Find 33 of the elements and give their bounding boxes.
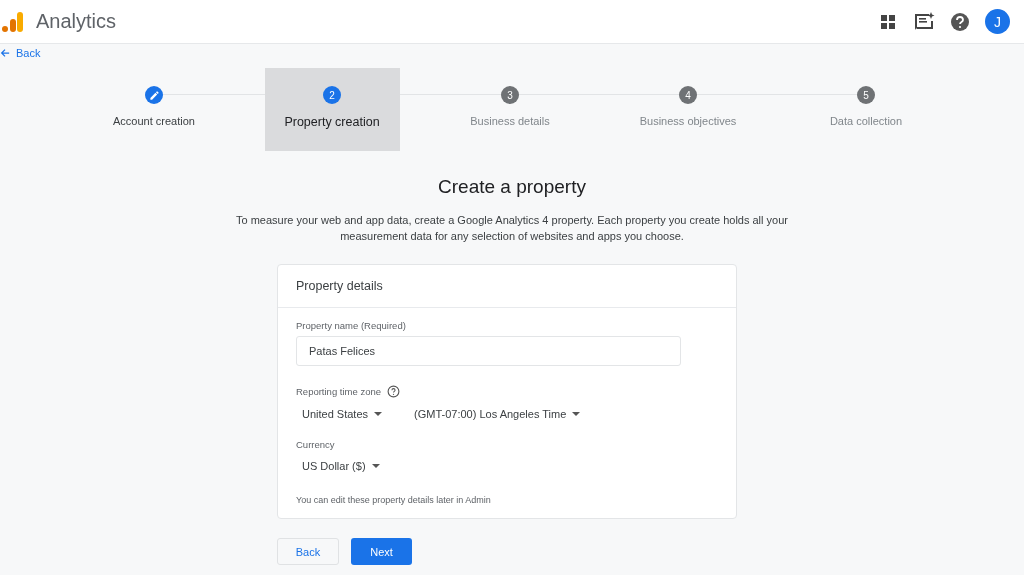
logo-icon	[2, 9, 24, 34]
card-title: Property details	[278, 265, 736, 308]
app-title: Analytics	[36, 10, 117, 33]
input-field[interactable]: Patas Felices	[296, 336, 681, 366]
user-avatar[interactable]: J	[985, 9, 1010, 34]
page-heading: Create a property	[437, 176, 587, 198]
step-number: 3	[501, 86, 519, 104]
next-button[interactable]: Next	[351, 538, 412, 565]
help-icon[interactable]	[949, 10, 971, 33]
field-label: Currency	[296, 439, 335, 450]
currency-dropdown[interactable]: US Dollar ($)	[296, 457, 386, 475]
step-number: 5	[857, 86, 875, 104]
step-number: 2	[323, 86, 341, 104]
field-label: Reporting time zone	[296, 386, 382, 397]
caret-icon	[371, 464, 380, 468]
step-tab[interactable]: 5 Data collection	[798, 68, 934, 151]
step-tab[interactable]: 2 Property creation	[264, 68, 400, 151]
field-label: Property name (Required)	[296, 320, 406, 331]
step-tab[interactable]: Account creation	[86, 68, 222, 151]
step-tab[interactable]: 4 Business objectives	[620, 68, 756, 151]
back-button[interactable]: Back	[277, 538, 339, 565]
help-icon[interactable]	[387, 385, 401, 398]
step-tab[interactable]: 3 Business details	[442, 68, 578, 151]
step-number: 4	[679, 86, 697, 104]
timezone-dropdown[interactable]: (GMT-07:00) Los Angeles Time	[408, 405, 587, 423]
country-dropdown[interactable]: United States	[296, 405, 389, 423]
arrow-left-icon	[0, 48, 10, 58]
back-link[interactable]: Back	[0, 46, 41, 60]
help-text: You can edit these property details later in Admin	[296, 495, 492, 505]
pencil-icon	[145, 86, 163, 104]
description: To measure your web and app data, create a Google Analytics 4 property. Each property you create holds all your measurement data for any selection of websites and apps you choose.	[235, 213, 789, 244]
caret-icon	[572, 412, 581, 416]
caret-icon	[374, 412, 383, 416]
